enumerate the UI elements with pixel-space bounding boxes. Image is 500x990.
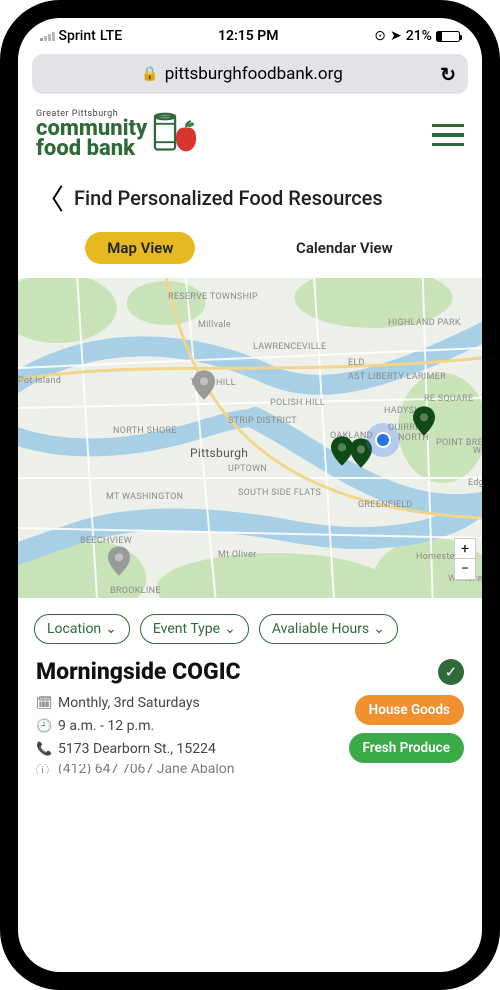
map-label: Wil <box>473 446 482 456</box>
map-label: LAWRENCEVILLE <box>253 342 326 352</box>
verified-check-icon: ✓ <box>438 659 464 685</box>
map-label: ELD <box>348 358 365 368</box>
map-label: Pot Island <box>18 376 61 386</box>
status-right: ⊙ ➤ 21% <box>374 28 460 44</box>
site-header: Greater Pittsburgh community food bank <box>18 104 482 168</box>
listing-title: Morningside COGIC <box>36 658 241 685</box>
listing-tags: House Goods Fresh Produce <box>349 695 465 781</box>
map-city-label: Pittsburgh <box>190 446 248 460</box>
chevron-down-icon: ⌄ <box>224 621 236 637</box>
map-label: RE SQUARE <box>424 394 473 404</box>
clock: 12:15 PM <box>218 28 279 44</box>
map-label: UPTOWN <box>228 464 267 474</box>
tab-calendar-view[interactable]: Calendar View <box>274 232 415 264</box>
map-label: AST LIBERTY LARIMER <box>348 372 446 382</box>
listing-details: 🗓 Monthly, 3rd Saturdays 🕘 9 a.m. - 12 p… <box>36 695 339 781</box>
listing-hours: 9 a.m. - 12 p.m. <box>58 718 154 734</box>
listing-schedule: Monthly, 3rd Saturdays <box>58 695 200 711</box>
battery-pct: 21% <box>406 28 432 44</box>
view-toggle: Map View Calendar View <box>18 232 482 278</box>
listing-address: 5173 Dearborn St., 15224 <box>58 741 216 757</box>
filter-label: Avaliable Hours <box>272 621 369 637</box>
menu-button[interactable] <box>432 124 464 147</box>
info-icon: ⓘ <box>36 764 50 774</box>
listing-phone: (412) 647 7067 Jane Abalon <box>58 764 234 774</box>
filter-available-hours[interactable]: Avaliable Hours ⌄ <box>259 614 398 644</box>
map-label: POLISH HILL <box>270 398 325 408</box>
zoom-in-button[interactable]: + <box>455 539 475 559</box>
filter-label: Event Type <box>153 621 220 637</box>
map-label: Edge <box>468 478 482 488</box>
listing-card[interactable]: Morningside COGIC ✓ 🗓 Monthly, 3rd Satur… <box>18 658 482 781</box>
site-logo[interactable]: Greater Pittsburgh community food bank <box>36 110 199 160</box>
carrier-label: Sprint <box>59 28 96 44</box>
map-label: Reserve Township <box>168 292 258 302</box>
browser-url-bar[interactable]: 🔒 pittsburghfoodbank.org ↻ <box>32 54 468 94</box>
map-label: BEECHVIEW <box>80 536 132 546</box>
zoom-out-button[interactable]: − <box>455 559 475 579</box>
filter-location[interactable]: Location ⌄ <box>34 614 130 644</box>
battery-icon <box>436 31 460 42</box>
phone-icon: 📞 <box>36 742 50 757</box>
logo-line2: food bank <box>36 139 147 160</box>
tab-map-view[interactable]: Map View <box>85 232 195 264</box>
url-text: pittsburghfoodbank.org <box>165 64 343 84</box>
clock-icon: 🕘 <box>36 719 50 734</box>
page-title-row: 〈 Find Personalized Food Resources <box>18 168 482 232</box>
alarm-icon: ⊙ <box>374 28 386 44</box>
location-arrow-icon: ➤ <box>390 28 402 44</box>
phone-frame: Sprint LTE 12:15 PM ⊙ ➤ 21% 🔒 pittsburgh… <box>0 0 500 990</box>
calendar-icon: 🗓 <box>36 696 50 711</box>
map-label: BROOKLINE <box>110 586 161 596</box>
ios-status-bar: Sprint LTE 12:15 PM ⊙ ➤ 21% <box>18 18 482 48</box>
can-apple-icon <box>153 111 199 159</box>
status-left: Sprint LTE <box>40 28 122 44</box>
map-label: Mt Oliver <box>218 550 256 560</box>
chevron-down-icon: ⌄ <box>105 621 117 637</box>
map-label: HIGHLAND PARK <box>388 318 461 328</box>
filter-event-type[interactable]: Event Type ⌄ <box>140 614 249 644</box>
map-zoom-controls: + − <box>454 538 476 580</box>
map-label: STRIP DISTRICT <box>228 416 297 426</box>
map-area[interactable]: Reserve Township Millvale HIGHLAND PARK … <box>18 278 482 598</box>
map-user-location <box>366 423 400 457</box>
back-icon[interactable]: 〈 <box>36 178 64 218</box>
map-label: GREENFIELD <box>358 500 413 510</box>
tag-fresh-produce: Fresh Produce <box>349 733 465 763</box>
filter-row: Location ⌄ Event Type ⌄ Avaliable Hours … <box>18 598 482 658</box>
map-label: MT WASHINGTON <box>106 492 183 502</box>
map-label: NORTH SHORE <box>113 426 177 436</box>
map-label: SOUTH SIDE FLATS <box>238 488 321 498</box>
phone-screen: Sprint LTE 12:15 PM ⊙ ➤ 21% 🔒 pittsburgh… <box>18 18 482 972</box>
refresh-icon[interactable]: ↻ <box>440 63 456 86</box>
tag-house-goods: House Goods <box>355 695 464 725</box>
lock-icon: 🔒 <box>141 66 158 82</box>
map-label: Millvale <box>198 320 231 330</box>
page-title: Find Personalized Food Resources <box>74 186 383 210</box>
filter-label: Location <box>47 621 101 637</box>
chevron-down-icon: ⌄ <box>373 621 385 637</box>
network-label: LTE <box>100 28 122 44</box>
signal-icon <box>40 31 55 41</box>
